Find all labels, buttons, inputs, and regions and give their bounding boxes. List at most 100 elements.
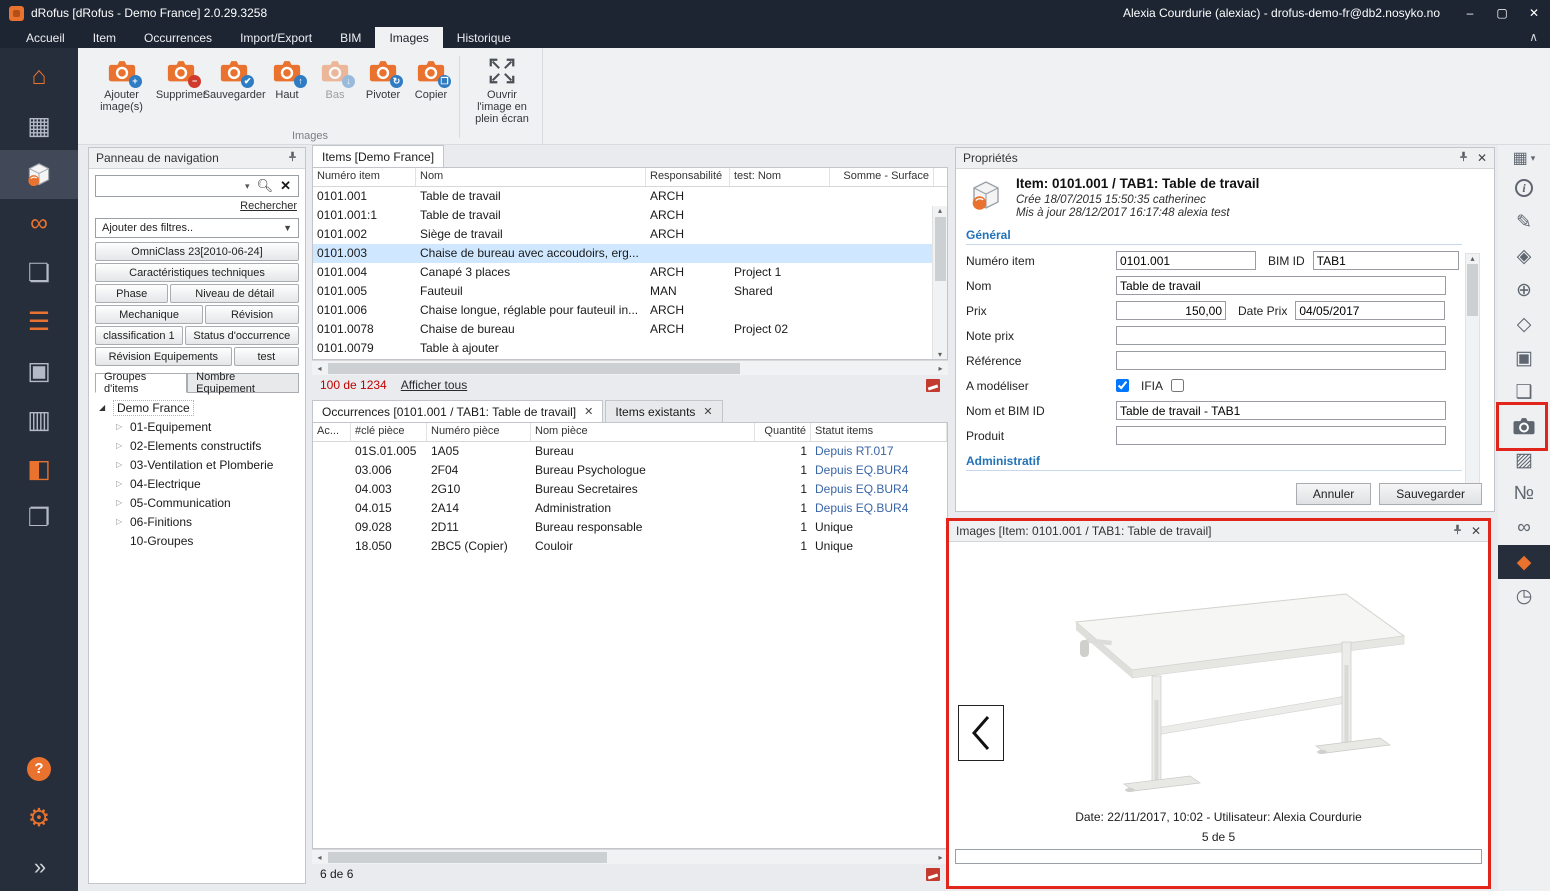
nom-input[interactable] xyxy=(1116,276,1446,295)
table-row[interactable]: 0101.006Chaise longue, réglable pour fau… xyxy=(313,301,947,320)
model-icon[interactable]: ◆ xyxy=(1498,545,1550,579)
table-row-selected[interactable]: 0101.003Chaise de bureau avec accoudoirs… xyxy=(313,244,947,263)
close-icon[interactable]: ✕ xyxy=(1477,152,1487,164)
move-up-button[interactable]: ↑ Haut xyxy=(263,53,311,104)
image-comment-input[interactable] xyxy=(955,849,1482,864)
collapse-ribbon-icon[interactable]: ∧ xyxy=(1529,30,1538,44)
table-row[interactable]: 04.0032G10Bureau Secretaires1Depuis EQ.B… xyxy=(313,480,947,499)
col-nom[interactable]: Nom xyxy=(416,168,646,186)
settings-icon[interactable]: ⚙ xyxy=(0,793,78,842)
tree-item[interactable]: ▷05-Communication xyxy=(89,493,305,512)
col-numero-piece[interactable]: Numéro pièce xyxy=(427,423,531,441)
col-somme-surface[interactable]: Somme - Surface xyxy=(830,168,934,186)
tab-bim[interactable]: BIM xyxy=(326,27,375,48)
info-icon[interactable]: i xyxy=(1498,171,1550,205)
col-test-nom[interactable]: test: Nom xyxy=(730,168,830,186)
produit-input[interactable] xyxy=(1116,426,1446,445)
occurrences-icon[interactable]: ∞ xyxy=(0,199,78,248)
clear-search-icon[interactable]: ✕ xyxy=(277,178,298,194)
search-dropdown-icon[interactable]: ▾ xyxy=(242,181,253,192)
filter-status-occurrence[interactable]: Status d'occurrence xyxy=(185,326,299,345)
cancel-button[interactable]: Annuler xyxy=(1296,483,1371,505)
save-button[interactable]: Sauvegarder xyxy=(1379,483,1482,505)
col-statut-items[interactable]: Statut items xyxy=(811,423,947,441)
filter-revision[interactable]: Révision xyxy=(205,305,299,324)
copy-image-button[interactable]: ❐ Copier xyxy=(407,53,455,104)
classification-icon[interactable]: ◈ xyxy=(1498,239,1550,273)
tab-occurrences[interactable]: Occurrences xyxy=(130,27,226,48)
bim-model-icon[interactable]: ▦ xyxy=(0,101,78,150)
minimize-button[interactable]: – xyxy=(1454,0,1486,26)
col-cle-piece[interactable]: #clé pièce xyxy=(351,423,427,441)
note-prix-input[interactable] xyxy=(1116,326,1446,345)
table-row[interactable]: 03.0062F04Bureau Psychologue1Depuis EQ.B… xyxy=(313,461,947,480)
occurrences-horizontal-scrollbar[interactable]: ◂▸ xyxy=(312,849,948,864)
search-input[interactable] xyxy=(96,176,242,196)
tree-collapsed-icon[interactable]: ▷ xyxy=(116,517,125,526)
tree-collapsed-icon[interactable]: ▷ xyxy=(116,460,125,469)
open-fullscreen-button[interactable]: Ouvrir l'image en plein écran xyxy=(464,53,540,128)
camera-icon[interactable] xyxy=(1498,409,1550,443)
section-administratif[interactable]: Administratif xyxy=(966,454,1462,471)
table-row[interactable]: 0101.004Canapé 3 placesARCHProject 1 xyxy=(313,263,947,282)
table-row[interactable]: 0101.001:1Table de travailARCH xyxy=(313,206,947,225)
tab-historique[interactable]: Historique xyxy=(443,27,525,48)
projects-icon[interactable]: ⌂ xyxy=(0,52,78,101)
table-row[interactable]: 09.0282D11Bureau responsable1Unique xyxy=(313,518,947,537)
ifia-checkbox[interactable] xyxy=(1171,379,1184,392)
prix-input[interactable] xyxy=(1116,301,1226,320)
tab-item[interactable]: Item xyxy=(79,27,130,48)
col-nom-piece[interactable]: Nom pièce xyxy=(531,423,755,441)
filter-revision-equipements[interactable]: Révision Equipements xyxy=(95,347,232,366)
attachments-icon[interactable]: ❏ xyxy=(0,248,78,297)
col-quantite[interactable]: Quantité xyxy=(755,423,811,441)
filter-mechanique[interactable]: Mechanique xyxy=(95,305,203,324)
bim-id-input[interactable] xyxy=(1313,251,1459,270)
links-icon[interactable]: ∞ xyxy=(1498,511,1550,545)
col-responsabilite[interactable]: Responsabilité xyxy=(646,168,730,186)
filter-omniclass[interactable]: OmniClass 23[2010-06-24] xyxy=(95,242,299,261)
systems-icon[interactable]: ⊕ xyxy=(1498,273,1550,307)
search-icon[interactable]: 🔍︎ xyxy=(253,178,278,194)
items-horizontal-scrollbar[interactable]: ◂▸ xyxy=(312,360,948,375)
filter-classification[interactable]: classification 1 xyxy=(95,326,183,345)
table-row[interactable]: 0101.005FauteuilMANShared xyxy=(313,282,947,301)
tree-expanded-icon[interactable]: ◢ xyxy=(99,403,108,412)
tab-nombre-equipement[interactable]: Nombre Equipement xyxy=(187,373,299,393)
section-general[interactable]: Général xyxy=(966,228,1462,245)
logistics-icon[interactable]: ▣ xyxy=(0,346,78,395)
image-icon[interactable]: ▨ xyxy=(1498,443,1550,477)
add-filters-dropdown[interactable]: Ajouter des filtres..▼ xyxy=(95,218,299,238)
pin-icon[interactable] xyxy=(1458,151,1469,165)
pin-icon[interactable] xyxy=(1452,524,1463,538)
col-numero-item[interactable]: Numéro item xyxy=(313,168,416,186)
table-row[interactable]: 18.0502BC5 (Copier)Couloir1Unique xyxy=(313,537,947,556)
filter-phase[interactable]: Phase xyxy=(95,284,168,303)
tree-item[interactable]: 10-Groupes xyxy=(89,531,305,550)
finance-icon[interactable]: ☰ xyxy=(0,297,78,346)
package-icon[interactable]: ▣ xyxy=(1498,341,1550,375)
clear-filter-icon[interactable] xyxy=(926,379,940,392)
tree-root[interactable]: ◢ Demo France xyxy=(89,398,305,417)
maximize-button[interactable]: ▢ xyxy=(1486,0,1518,26)
tree-item[interactable]: ▷02-Elements constructifs xyxy=(89,436,305,455)
add-images-button[interactable]: + Ajouter image(s) xyxy=(86,53,157,116)
packages-icon[interactable]: ◧ xyxy=(0,444,78,493)
table-row[interactable]: 04.0152A14Administration1Depuis EQ.BUR4 xyxy=(313,499,947,518)
table-row[interactable]: 0101.0079Table à ajouter xyxy=(313,339,947,358)
clipboard-icon[interactable]: ❑ xyxy=(1498,375,1550,409)
tab-import-export[interactable]: Import/Export xyxy=(226,27,326,48)
rechercher-link[interactable]: Rechercher xyxy=(240,200,297,212)
filter-caracteristiques[interactable]: Caractéristiques techniques xyxy=(95,263,299,282)
rotate-image-button[interactable]: ↻ Pivoter xyxy=(359,53,407,104)
statistics-icon[interactable]: ▥ xyxy=(0,395,78,444)
tree-item[interactable]: ▷03-Ventilation et Plomberie xyxy=(89,455,305,474)
close-tab-icon[interactable]: ✕ xyxy=(703,405,712,418)
tree-item[interactable]: ▷01-Equipement xyxy=(89,417,305,436)
items-vertical-scrollbar[interactable]: ▴▾ xyxy=(932,206,947,359)
properties-scrollbar[interactable]: ▴▾ xyxy=(1465,253,1480,505)
tab-items-demo-france[interactable]: Items [Demo France] xyxy=(312,145,444,167)
table-row[interactable]: 0101.0078Chaise de bureauARCHProject 02 xyxy=(313,320,947,339)
filter-niveau-detail[interactable]: Niveau de détail xyxy=(170,284,299,303)
tree-collapsed-icon[interactable]: ▷ xyxy=(116,498,125,507)
